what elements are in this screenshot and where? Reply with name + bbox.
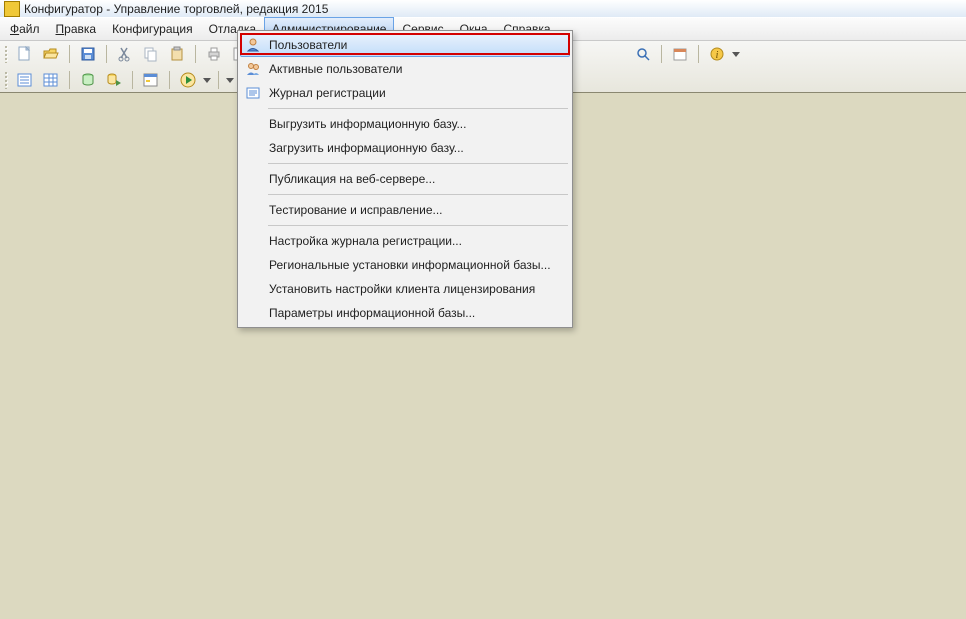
menu-active-users-label: Активные пользователи (265, 62, 402, 76)
admin-dropdown: Пользователи Активные пользователи Журна… (237, 30, 573, 328)
separator (268, 194, 568, 195)
find-icon[interactable] (632, 43, 654, 65)
user-icon (241, 37, 265, 53)
menu-test[interactable]: Тестирование и исправление... (240, 198, 570, 222)
menu-config[interactable]: Конфигурация (104, 18, 201, 40)
window-title: Конфигуратор - Управление торговлей, ред… (24, 2, 328, 16)
db-cyl-icon[interactable] (77, 69, 99, 91)
menu-load[interactable]: Загрузить информационную базу... (240, 136, 570, 160)
menu-ib-params-label: Параметры информационной базы... (265, 306, 475, 320)
overflow-dropdown-icon[interactable] (226, 69, 234, 91)
menu-users-label: Пользователи (265, 38, 347, 52)
separator (268, 163, 568, 164)
separator (268, 108, 568, 109)
calendar-tool-icon[interactable] (669, 43, 691, 65)
menu-file[interactable]: Файл (2, 18, 48, 40)
form-icon[interactable] (140, 69, 162, 91)
menu-licensing-label: Установить настройки клиента лицензирова… (265, 282, 535, 296)
menu-ib-params[interactable]: Параметры информационной базы... (240, 301, 570, 325)
menu-log-settings[interactable]: Настройка журнала регистрации... (240, 229, 570, 253)
play-icon[interactable] (177, 69, 199, 91)
menu-load-label: Загрузить информационную базу... (265, 141, 464, 155)
toolbar-grip[interactable] (4, 45, 8, 63)
menu-users[interactable]: Пользователи (240, 33, 570, 57)
menu-active-users[interactable]: Активные пользователи (240, 57, 570, 81)
toolbar-grip-2[interactable] (4, 71, 8, 89)
menu-test-label: Тестирование и исправление... (265, 203, 443, 217)
menu-regional-label: Региональные установки информационной ба… (265, 258, 551, 272)
svg-text:i: i (716, 50, 719, 61)
app-icon (4, 1, 20, 17)
menu-publish-label: Публикация на веб-сервере... (265, 172, 435, 186)
db-play-icon[interactable] (103, 69, 125, 91)
separator (268, 225, 568, 226)
play-dropdown-icon[interactable] (203, 69, 211, 91)
info-icon[interactable]: i (706, 43, 728, 65)
menu-edit[interactable]: Правка (48, 18, 105, 40)
info-dropdown-icon[interactable] (732, 43, 740, 65)
menu-log-settings-label: Настройка журнала регистрации... (265, 234, 462, 248)
list-box-icon[interactable] (14, 69, 36, 91)
table-icon[interactable] (40, 69, 62, 91)
menu-licensing[interactable]: Установить настройки клиента лицензирова… (240, 277, 570, 301)
new-icon[interactable] (14, 43, 36, 65)
menu-unload[interactable]: Выгрузить информационную базу... (240, 112, 570, 136)
open-icon[interactable] (40, 43, 62, 65)
save-icon[interactable] (77, 43, 99, 65)
log-icon (241, 85, 265, 101)
menu-unload-label: Выгрузить информационную базу... (265, 117, 466, 131)
titlebar: Конфигуратор - Управление торговлей, ред… (0, 0, 966, 17)
users-group-icon (241, 61, 265, 77)
print-icon[interactable] (203, 43, 225, 65)
cut-icon[interactable] (114, 43, 136, 65)
paste-icon[interactable] (166, 43, 188, 65)
copy-icon[interactable] (140, 43, 162, 65)
menu-reg-log-label: Журнал регистрации (265, 86, 386, 100)
menu-publish[interactable]: Публикация на веб-сервере... (240, 167, 570, 191)
menu-reg-log[interactable]: Журнал регистрации (240, 81, 570, 105)
menu-regional[interactable]: Региональные установки информационной ба… (240, 253, 570, 277)
